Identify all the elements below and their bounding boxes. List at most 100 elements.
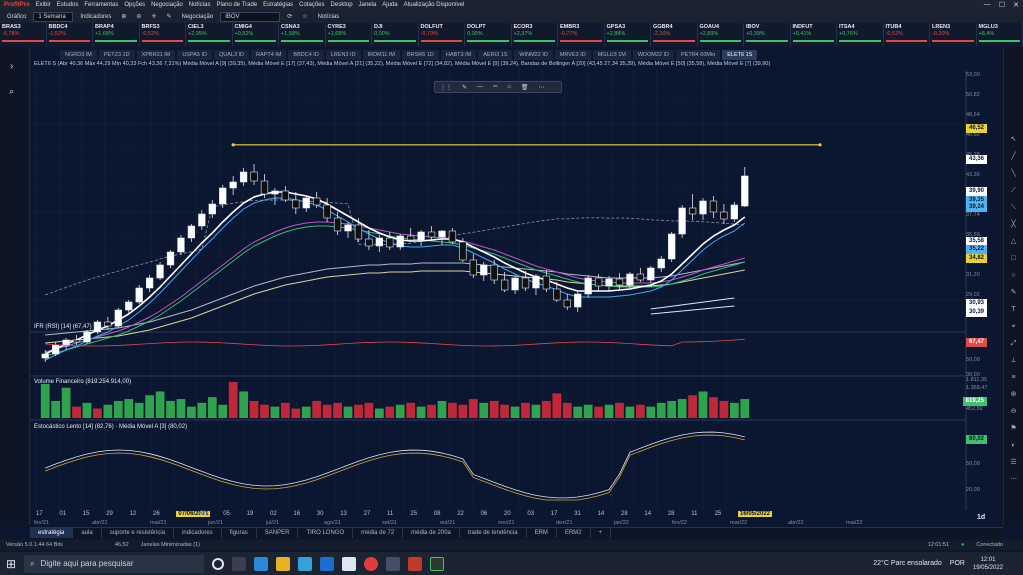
star-icon[interactable]: ☆ xyxy=(299,12,310,22)
menu-item[interactable]: Plano de Trade xyxy=(216,2,257,8)
strategy-tab[interactable]: aula xyxy=(73,528,102,538)
chart-button[interactable]: Gráfico xyxy=(4,12,29,22)
drawing-tool-icon[interactable]: ⤢ xyxy=(1004,337,1023,350)
ticker-item[interactable]: DOLFUT -0,79% xyxy=(419,23,465,47)
edge-icon[interactable] xyxy=(254,556,269,571)
symbol-select[interactable]: IBOV xyxy=(220,11,281,22)
pencil-icon[interactable]: ✎ xyxy=(163,12,174,22)
zoom-out-icon[interactable]: ⊖ xyxy=(133,12,144,22)
ticker-item[interactable]: CYRE3 +1,68% xyxy=(326,23,372,47)
chart-tab[interactable]: QUAL3 ID xyxy=(213,50,250,60)
strategy-tab[interactable]: ERM2 xyxy=(557,528,591,538)
explorer-icon[interactable] xyxy=(276,556,291,571)
chart-tab[interactable]: HABT3 IM xyxy=(440,50,477,60)
ticker-item[interactable]: GGBR4 -2,20% xyxy=(651,23,698,47)
drawing-tool-icon[interactable]: ⊖ xyxy=(1004,405,1023,418)
refresh-icon[interactable]: ⟳ xyxy=(284,12,295,22)
settings-icon[interactable] xyxy=(386,556,401,571)
task-view-icon[interactable] xyxy=(232,556,247,571)
drawing-tool-icon[interactable]: ↖ xyxy=(1004,133,1023,146)
ticker-item[interactable]: EMBR3 -0,77% xyxy=(558,23,605,47)
strategy-tab[interactable]: média de 72 xyxy=(353,528,404,538)
ticker-item[interactable]: GOAU4 +2,89% xyxy=(698,23,744,47)
menu-item[interactable]: Estudos xyxy=(57,2,79,8)
lock-icon[interactable]: ⌂ xyxy=(507,84,511,90)
cortana-icon[interactable] xyxy=(212,557,225,570)
drawing-tool-icon[interactable]: ⟋ xyxy=(1004,184,1023,197)
ticker-item[interactable]: DJI 0,00% xyxy=(372,23,419,47)
chart-tab[interactable]: NGRD3 IM xyxy=(60,50,97,60)
ticker-item[interactable]: CSNA3 +1,58% xyxy=(279,23,326,47)
language-indicator[interactable]: POR xyxy=(950,560,965,567)
drawing-tool-icon[interactable]: ⋯ xyxy=(1004,473,1023,486)
ticker-item[interactable]: MGLU3 +8,4% xyxy=(977,23,1023,47)
app-x-icon[interactable] xyxy=(342,556,357,571)
taskbar-clock[interactable]: 12:01 19/05/2022 xyxy=(973,556,1003,572)
ticker-item[interactable]: BRAS3 -6,78% xyxy=(0,23,47,47)
drawing-tool-icon[interactable]: △ xyxy=(1004,235,1023,248)
zoom-in-icon[interactable]: ⊕ xyxy=(118,12,129,22)
ticker-item[interactable]: DOLPT 0,00% xyxy=(465,23,512,47)
strategy-tab[interactable]: indicadores xyxy=(174,528,222,538)
ticker-item[interactable]: LREN3 -0,20% xyxy=(930,23,977,47)
chart-tab[interactable]: MGLU3 1M xyxy=(592,50,631,60)
more-icon[interactable]: ⋯ xyxy=(539,84,545,91)
chart-tab[interactable]: IRDM11 IM xyxy=(362,50,400,60)
zoom-level[interactable]: 1d xyxy=(977,514,985,521)
line-width-icon[interactable]: — xyxy=(477,84,483,90)
profit-taskbar-icon[interactable] xyxy=(430,556,445,571)
trash-icon[interactable]: 🗑 xyxy=(521,84,529,91)
strategy-tab[interactable]: figuras xyxy=(222,528,257,538)
resistance-handle[interactable] xyxy=(231,143,235,147)
menu-item[interactable]: Ferramentas xyxy=(84,2,118,8)
windows-start-icon[interactable]: ⊞ xyxy=(6,557,16,571)
chart-tab[interactable]: RAPT4 IM xyxy=(251,50,287,60)
menu-item[interactable]: Desktop xyxy=(331,2,353,8)
menu-item[interactable]: Atualização Disponível xyxy=(404,2,465,8)
ticker-item[interactable]: BRFS3 -0,52% xyxy=(140,23,186,47)
strategy-tab[interactable]: suporte e resistência xyxy=(102,528,175,538)
chart-tab[interactable]: WDOM22 ID xyxy=(632,50,675,60)
ticker-item[interactable]: CMIG4 +0,82% xyxy=(233,23,279,47)
news-button[interactable]: Notícias xyxy=(315,12,343,22)
price-chart[interactable] xyxy=(30,70,1003,527)
chart-tab[interactable]: LREN3 ID xyxy=(325,50,361,60)
strategy-tab[interactable]: média de 200a xyxy=(403,528,460,538)
strategy-tab[interactable]: ERM xyxy=(527,528,557,538)
resistance-handle[interactable] xyxy=(818,143,822,147)
chart-tab[interactable]: MRVE3 ID xyxy=(554,50,591,60)
expand-arrow-icon[interactable]: › xyxy=(10,61,29,72)
chart-tab[interactable]: AERI3 1S xyxy=(478,50,513,60)
drawing-tool-icon[interactable]: ⊕ xyxy=(1004,388,1023,401)
drawing-tool-icon[interactable]: ⟂ xyxy=(1004,354,1023,367)
chart-tab[interactable]: XPBR31 IM xyxy=(136,50,176,60)
antivirus-icon[interactable] xyxy=(408,556,423,571)
chart-tab[interactable]: PETR4 60Min xyxy=(676,50,721,60)
maximize-icon[interactable]: ☐ xyxy=(999,1,1005,9)
drawing-tool-icon[interactable]: ⟍ xyxy=(1004,201,1023,214)
strategy-tab[interactable]: TIRO LONGO xyxy=(298,528,354,538)
ticker-item[interactable]: INDFUT +0,41% xyxy=(791,23,837,47)
negociacao-button[interactable]: Negociação xyxy=(179,12,217,22)
chrome-icon[interactable] xyxy=(364,556,379,571)
line-style-icon[interactable]: ═ xyxy=(493,84,497,90)
strategy-tab[interactable]: estratégia xyxy=(30,528,74,538)
ticker-item[interactable]: GPSA3 +2,88% xyxy=(605,23,651,47)
ticker-item[interactable]: IBOV +0,39% xyxy=(744,23,791,47)
teams-icon[interactable] xyxy=(320,556,335,571)
drawing-tool-icon[interactable]: ⌖ xyxy=(1004,320,1023,333)
ticker-item[interactable]: BRAP4 +1,68% xyxy=(93,23,140,47)
drawing-tool-icon[interactable]: ≡ xyxy=(1004,371,1023,384)
drawing-tool-icon[interactable]: T xyxy=(1004,303,1023,316)
add-tab-icon[interactable]: + xyxy=(591,528,612,538)
strategy-tab[interactable]: SANPER xyxy=(257,528,299,538)
ticker-item[interactable]: ECOR3 +2,37% xyxy=(512,23,558,47)
drawing-tool-icon[interactable]: ✎ xyxy=(1004,286,1023,299)
grip-icon[interactable]: ⋮⋮ xyxy=(440,84,452,91)
period-select[interactable]: 1 Semana xyxy=(33,11,74,22)
menu-item[interactable]: Notícias xyxy=(189,2,211,8)
indicators-button[interactable]: Indicadores xyxy=(77,12,114,22)
drawing-tool-icon[interactable]: ☰ xyxy=(1004,456,1023,469)
drawing-tool-icon[interactable]: □ xyxy=(1004,252,1023,265)
drawing-tool-icon[interactable]: ╲ xyxy=(1004,167,1023,180)
